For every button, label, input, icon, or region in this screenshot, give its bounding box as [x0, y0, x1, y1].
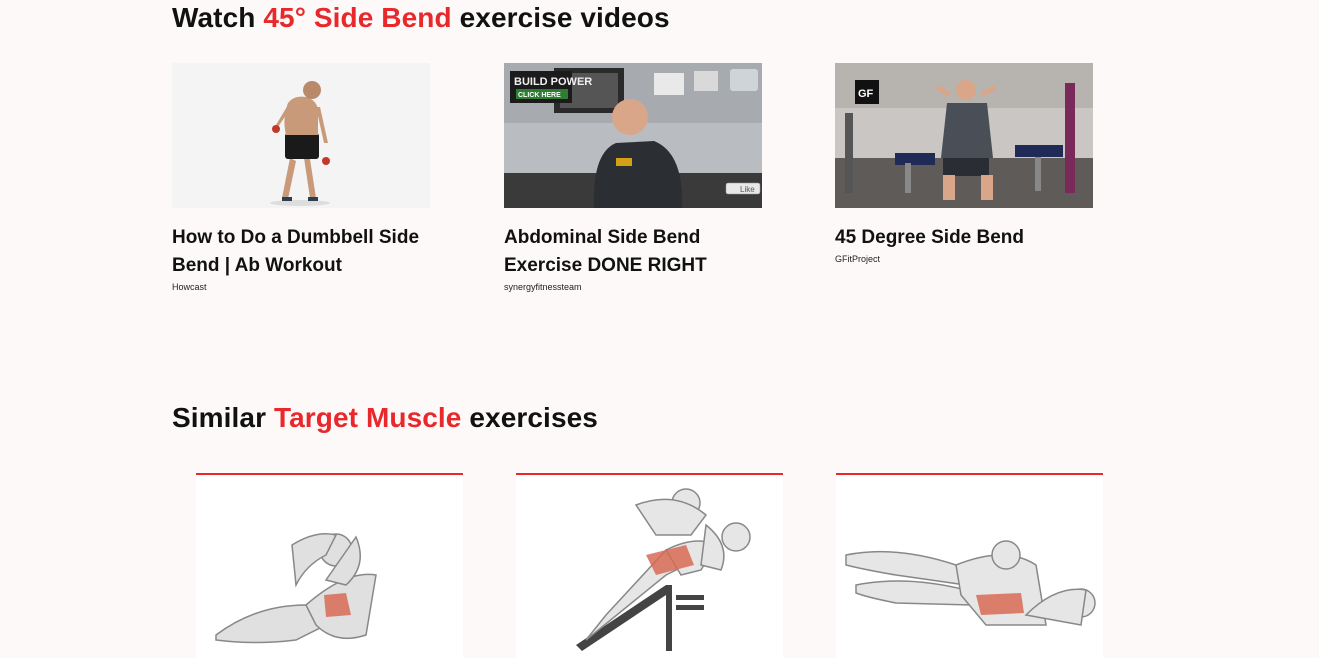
exercise-illustration-2 [576, 488, 751, 651]
similar-title-suffix: exercises [469, 402, 598, 433]
video-card-1[interactable]: How to Do a Dumbbell Side Bend | Ab Work… [172, 63, 430, 292]
exercise-card-2[interactable] [516, 473, 783, 658]
overlay-text-click-here: CLICK HERE [518, 92, 561, 99]
similar-title-muscle: Target Muscle [273, 402, 462, 433]
overlay-text-build-power: BUILD POWER [514, 76, 592, 88]
similar-title-prefix: Similar [172, 402, 267, 433]
video-thumbnail-2[interactable]: BUILD POWER CLICK HERE Like [504, 63, 762, 208]
exercise-card-3[interactable] [836, 473, 1103, 658]
video-thumbnail-image-2: BUILD POWER CLICK HERE Like [504, 63, 762, 208]
exercise-card-1[interactable] [196, 473, 463, 658]
similar-section-title: Similar Target Muscle exercises [172, 402, 598, 434]
video-thumbnail-3[interactable]: GF [835, 63, 1093, 208]
video-card-3[interactable]: GF 45 Degree Side Bend GFitProject [835, 63, 1093, 264]
videos-section-title: Watch 45° Side Bend exercise videos [172, 2, 670, 34]
video-thumbnail-image-3: GF [835, 63, 1093, 208]
videos-title-suffix: exercise videos [459, 2, 670, 33]
videos-title-prefix: Watch [172, 2, 256, 33]
exercise-illustration-1 [215, 533, 377, 644]
video-thumbnail-1[interactable] [172, 63, 430, 208]
exercise-illustration-3 [845, 540, 1096, 626]
video-channel-1: Howcast [172, 282, 207, 292]
video-card-2[interactable]: BUILD POWER CLICK HERE Like Abdominal Si… [504, 63, 762, 292]
video-title-2[interactable]: Abdominal Side Bend Exercise DONE RIGHT [504, 224, 762, 280]
gf-logo-text: GF [858, 88, 874, 100]
like-label: Like [740, 185, 755, 194]
video-channel-3: GFitProject [835, 254, 881, 264]
video-thumbnail-image-1 [172, 63, 430, 208]
video-title-3[interactable]: 45 Degree Side Bend [835, 224, 1093, 252]
video-title-1[interactable]: How to Do a Dumbbell Side Bend | Ab Work… [172, 224, 430, 280]
video-channel-2: synergyfitnessteam [504, 282, 582, 292]
videos-title-exercise-name: 45° Side Bend [263, 2, 452, 33]
